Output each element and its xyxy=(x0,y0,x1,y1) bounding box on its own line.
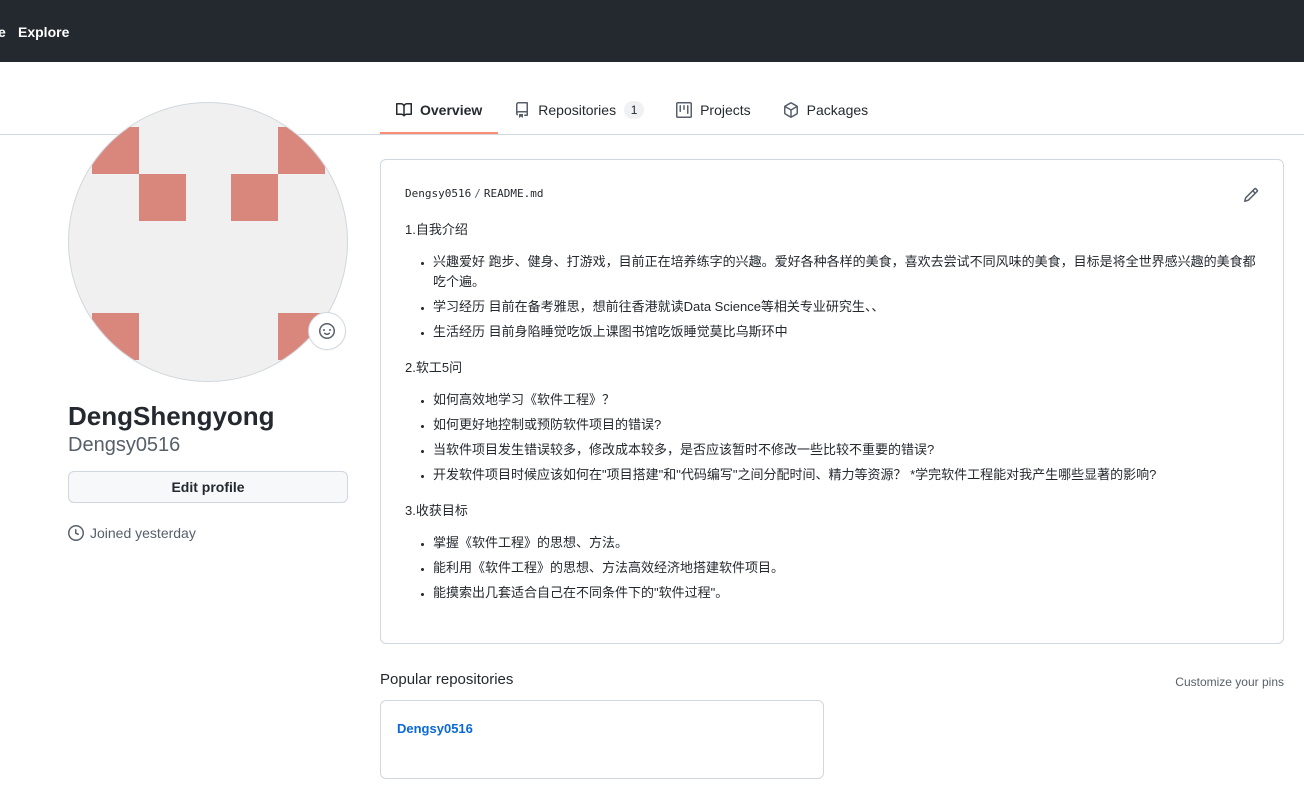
readme-section-heading: 1.自我介绍 xyxy=(405,222,468,237)
readme-list-item: 兴趣爱好 跑步、健身、打游戏，目前正在培养练字的兴趣。爱好各种各样的美食，喜欢去… xyxy=(433,252,1265,292)
joined-text: Joined yesterday xyxy=(90,525,196,541)
set-status-button[interactable] xyxy=(308,312,346,350)
project-icon xyxy=(676,102,693,118)
book-icon xyxy=(396,102,412,117)
readme-list-item: 学习经历 目前在备考雅思，想前往香港就读Data Science等相关专业研究生… xyxy=(433,297,1265,317)
tab-overview[interactable]: Overview xyxy=(380,88,499,134)
tab-packages[interactable]: Packages xyxy=(767,88,884,134)
readme-owner-link[interactable]: Dengsy0516 xyxy=(405,187,471,200)
pinned-repo-card: Dengsy0516 xyxy=(380,700,824,779)
readme-list: 如何高效地学习《软件工程》？ 如何更好地控制或预防软件项目的错误? 当软件项目发… xyxy=(405,390,1265,485)
tab-overview-label: Overview xyxy=(420,102,483,118)
readme-section-heading: 3.收获目标 xyxy=(405,503,468,518)
readme-path: Dengsy0516/README.md xyxy=(405,187,543,200)
tab-projects-label: Projects xyxy=(700,102,751,118)
readme-list-item: 如何高效地学习《软件工程》？ xyxy=(433,390,1265,410)
top-header-bar: e Explore xyxy=(0,0,1304,62)
readme-card: Dengsy0516/README.md 1.自我介绍 兴趣爱好 跑步、健身、打… xyxy=(380,159,1284,644)
readme-list: 掌握《软件工程》的思想、方法。 能利用《软件工程》的思想、方法高效经济地搭建软件… xyxy=(405,533,1265,603)
profile-username: Dengsy0516 xyxy=(68,434,181,456)
package-icon xyxy=(783,102,798,118)
tab-repositories-label: Repositories xyxy=(538,102,617,118)
profile-tabs: Overview Repositories 1 Projects Package… xyxy=(380,88,884,134)
tab-projects[interactable]: Projects xyxy=(660,88,767,134)
readme-section-heading: 2.软工5问 xyxy=(405,360,463,375)
edit-profile-button[interactable]: Edit profile xyxy=(68,471,348,503)
tab-packages-label: Packages xyxy=(806,102,869,118)
avatar-pattern-block xyxy=(278,127,325,174)
avatar-pattern-block xyxy=(92,313,139,360)
pencil-icon[interactable] xyxy=(1243,187,1259,203)
readme-content: 1.自我介绍 兴趣爱好 跑步、健身、打游戏，目前正在培养练字的兴趣。爱好各种各样… xyxy=(405,218,1265,617)
tab-repositories[interactable]: Repositories 1 xyxy=(498,88,660,134)
profile-full-name: DengShengyong xyxy=(68,401,275,431)
avatar-pattern-block xyxy=(139,174,186,221)
readme-list: 兴趣爱好 跑步、健身、打游戏，目前正在培养练字的兴趣。爱好各种各样的美食，喜欢去… xyxy=(405,252,1265,342)
readme-file-link[interactable]: README.md xyxy=(484,187,544,200)
avatar-pattern-block xyxy=(92,127,139,174)
readme-list-item: 能摸索出几套适合自己在不同条件下的"软件过程"。 xyxy=(433,583,1265,603)
pinned-repo-link[interactable]: Dengsy0516 xyxy=(397,721,473,736)
header-nav-item-partial[interactable]: e xyxy=(0,24,6,40)
avatar[interactable] xyxy=(68,102,348,382)
readme-list-item: 当软件项目发生错误较多，修改成本较多，是否应该暂时不修改一些比较不重要的错误? xyxy=(433,440,1265,460)
avatar-pattern-block xyxy=(231,174,278,221)
smiley-icon xyxy=(319,323,335,339)
repo-icon xyxy=(516,102,529,118)
repositories-count-badge: 1 xyxy=(624,101,645,119)
readme-list-item: 开发软件项目时候应该如何在"项目搭建"和"代码编写"之间分配时间、精力等资源？ … xyxy=(433,465,1265,485)
popular-repositories-title: Popular repositories xyxy=(380,671,514,688)
readme-list-item: 能利用《软件工程》的思想、方法高效经济地搭建软件项目。 xyxy=(433,558,1265,578)
readme-list-item: 如何更好地控制或预防软件项目的错误? xyxy=(433,415,1265,435)
header-explore-link[interactable]: Explore xyxy=(18,24,69,40)
clock-icon xyxy=(68,525,84,541)
readme-path-separator: / xyxy=(474,187,481,200)
joined-info: Joined yesterday xyxy=(68,525,196,541)
customize-pins-link[interactable]: Customize your pins xyxy=(1175,675,1284,689)
readme-list-item: 掌握《软件工程》的思想、方法。 xyxy=(433,533,1265,553)
readme-list-item: 生活经历 目前身陷睡觉吃饭上课图书馆吃饭睡觉莫比乌斯环中 xyxy=(433,322,1265,342)
